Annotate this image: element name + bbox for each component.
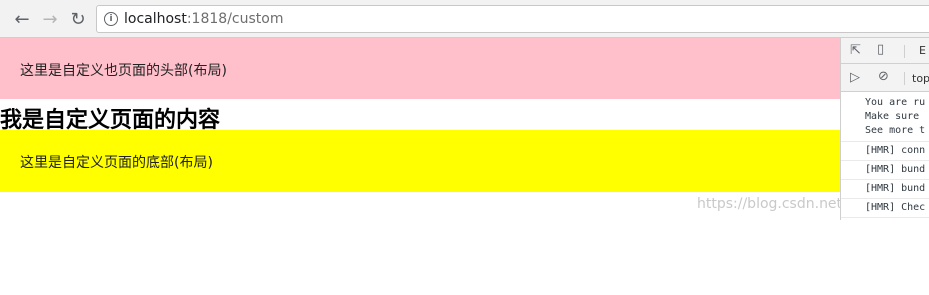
- console-hmr-line: [HMR] bund: [841, 161, 929, 180]
- console-hmr-line: [HMR] bund: [841, 180, 929, 199]
- console-message: See more t: [865, 125, 926, 136]
- arrow-left-icon: ←: [14, 8, 30, 30]
- device-toolbar-icon[interactable]: ▯: [877, 42, 884, 57]
- page-footer: 这里是自定义页面的底部(布局): [0, 130, 840, 192]
- devtools-separator: [904, 45, 905, 58]
- info-icon-glyph: i: [109, 14, 113, 24]
- arrow-right-icon: →: [42, 8, 58, 30]
- inspect-element-icon[interactable]: ⇱: [850, 43, 861, 58]
- console-message: You are ru: [865, 97, 926, 108]
- clear-console-icon[interactable]: ⊘: [878, 69, 889, 84]
- context-selector[interactable]: top: [912, 72, 929, 85]
- page-header-text: 这里是自定义也页面的头部(布局): [20, 63, 227, 79]
- page-viewport: 这里是自定义也页面的头部(布局) 我是自定义页面的内容 这里是自定义页面的底部(…: [0, 38, 874, 295]
- url-text[interactable]: localhost:1818/custom: [124, 11, 283, 27]
- info-icon[interactable]: i: [104, 12, 118, 26]
- url-path: :1818/custom: [186, 11, 284, 27]
- console-hmr-line: [HMR] Chec: [841, 199, 929, 218]
- console-output: You are ru Make sure See more t [HMR] co…: [841, 92, 929, 218]
- console-hmr-line: [HMR] conn: [841, 142, 929, 161]
- console-toolbar: ▷ ⊘ top: [841, 64, 929, 92]
- browser-toolbar: ← → ↻ i localhost:1818/custom: [0, 0, 929, 38]
- console-toolbar-separator: [904, 72, 905, 85]
- address-bar[interactable]: i localhost:1818/custom: [96, 5, 929, 33]
- console-message: Make sure: [865, 111, 920, 122]
- devtools-toolbar: ⇱ ▯ E: [841, 38, 929, 64]
- console-sidebar-icon[interactable]: ▷: [850, 70, 860, 85]
- reload-button[interactable]: ↻: [68, 8, 88, 30]
- url-host: localhost: [124, 11, 187, 27]
- reload-icon: ↻: [70, 8, 86, 30]
- page-header: 这里是自定义也页面的头部(布局): [0, 38, 840, 99]
- back-button[interactable]: ←: [12, 8, 32, 30]
- page-footer-text: 这里是自定义页面的底部(布局): [20, 155, 213, 171]
- devtools-panel: ⇱ ▯ E ▷ ⊘ top You are ru Make sure See m…: [840, 38, 929, 220]
- console-message-block: You are ru Make sure See more t: [841, 92, 929, 142]
- devtools-tab-elements[interactable]: E: [919, 44, 926, 57]
- forward-button[interactable]: →: [40, 8, 60, 30]
